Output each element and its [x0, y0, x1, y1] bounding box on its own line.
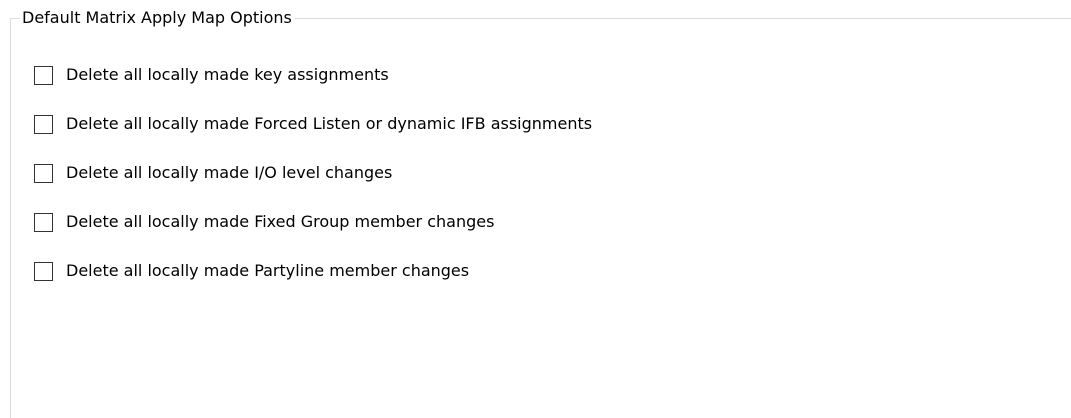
option-label[interactable]: Delete all locally made Partyline member… — [66, 261, 469, 281]
checkbox[interactable] — [34, 213, 53, 232]
option-delete-forced-listen-ifb[interactable]: Delete all locally made Forced Listen or… — [34, 114, 592, 163]
checkbox[interactable] — [34, 66, 53, 85]
checkbox[interactable] — [34, 164, 53, 183]
option-label[interactable]: Delete all locally made key assignments — [66, 65, 389, 85]
checkbox[interactable] — [34, 115, 53, 134]
option-delete-partyline-changes[interactable]: Delete all locally made Partyline member… — [34, 261, 592, 310]
option-label[interactable]: Delete all locally made Fixed Group memb… — [66, 212, 494, 232]
groupbox-title: Default Matrix Apply Map Options — [20, 8, 295, 28]
option-delete-fixed-group-changes[interactable]: Delete all locally made Fixed Group memb… — [34, 212, 592, 261]
option-label[interactable]: Delete all locally made I/O level change… — [66, 163, 392, 183]
option-delete-io-level-changes[interactable]: Delete all locally made I/O level change… — [34, 163, 592, 212]
options-list: Delete all locally made key assignments … — [34, 65, 592, 310]
checkbox[interactable] — [34, 262, 53, 281]
option-delete-key-assignments[interactable]: Delete all locally made key assignments — [34, 65, 592, 114]
option-label[interactable]: Delete all locally made Forced Listen or… — [66, 114, 592, 134]
